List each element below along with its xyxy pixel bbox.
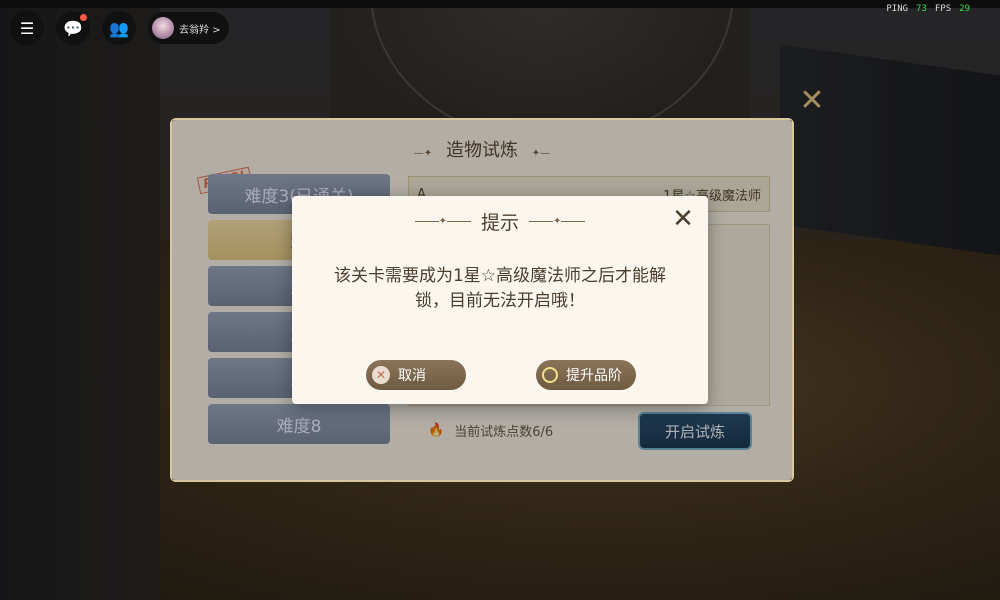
- upgrade-rank-button[interactable]: 提升品阶: [536, 360, 636, 390]
- top-toolbar: ☰ 💬 👥 去翁羚 >: [10, 11, 229, 45]
- chat-button[interactable]: 💬: [56, 11, 90, 45]
- system-status-bar: [0, 0, 1000, 8]
- ping-value: 73: [916, 4, 927, 14]
- profile-name: 去翁羚 >: [179, 24, 221, 36]
- ornament-right-icon: ✦: [529, 216, 586, 227]
- friends-button[interactable]: 👥: [102, 11, 136, 45]
- chat-bubble-icon: 💬: [63, 18, 83, 38]
- ping-label: PING: [886, 4, 909, 14]
- prompt-dialog: ✦ 提示 ✦ ✕ 该关卡需要成为1星☆高级魔法师之后才能解锁，目前无法开启哦！ …: [292, 196, 708, 404]
- ornament-left-icon: ✦: [414, 216, 471, 227]
- cancel-x-icon: ✕: [372, 366, 390, 384]
- profile-button[interactable]: 去翁羚 >: [148, 12, 229, 44]
- fps-label: FPS: [934, 4, 952, 14]
- close-icon[interactable]: ✕: [670, 206, 696, 232]
- upgrade-label: 提升品阶: [566, 368, 622, 384]
- confirm-circle-icon: [542, 367, 558, 383]
- dialog-title: ✦ 提示 ✦: [292, 208, 708, 235]
- cancel-label: 取消: [398, 368, 426, 384]
- dialog-title-text: 提示: [480, 212, 519, 234]
- performance-readout: PING 73 FPS 29: [886, 4, 970, 14]
- panel-close-icon[interactable]: ✕: [797, 86, 827, 116]
- fps-value: 29: [959, 4, 970, 14]
- menu-icon: ☰: [19, 18, 35, 38]
- friends-icon: 👥: [109, 18, 129, 38]
- menu-button[interactable]: ☰: [10, 11, 44, 45]
- notification-dot: [80, 14, 87, 21]
- avatar: [152, 17, 174, 39]
- cancel-button[interactable]: ✕ 取消: [366, 360, 466, 390]
- dialog-message: 该关卡需要成为1星☆高级魔法师之后才能解锁，目前无法开启哦！: [333, 266, 667, 311]
